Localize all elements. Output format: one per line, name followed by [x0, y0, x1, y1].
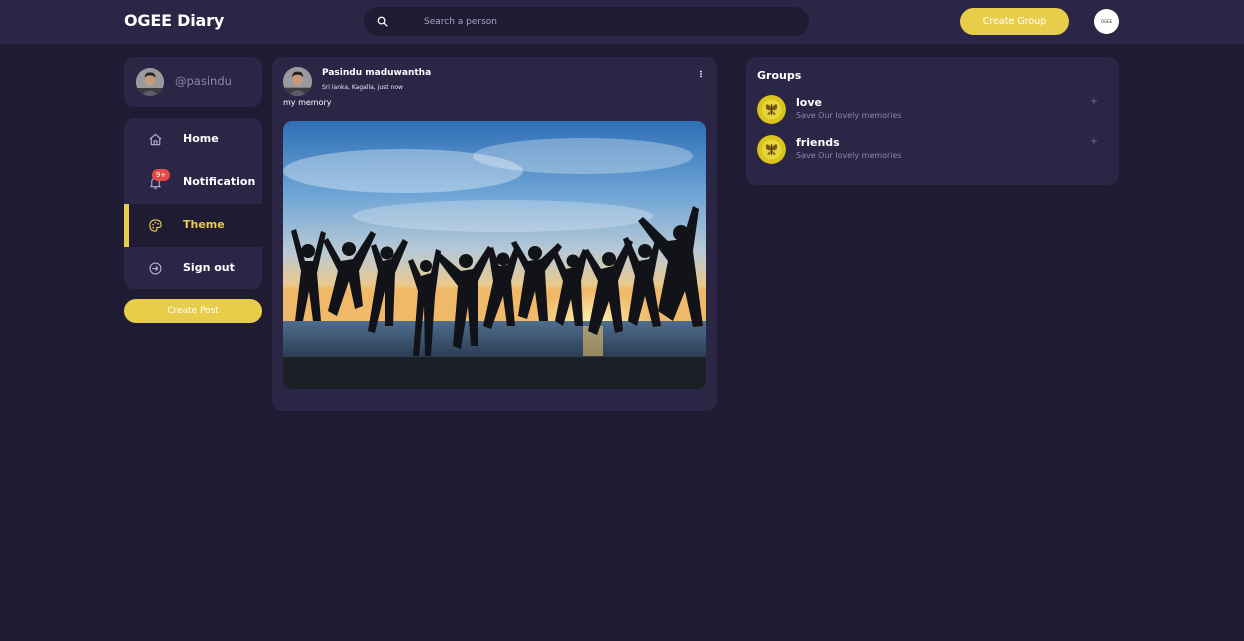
post-meta: Sri lanka, Kagalla, just now: [322, 84, 403, 91]
post-caption: my memory: [283, 98, 332, 107]
add-icon[interactable]: +: [1089, 97, 1099, 107]
add-icon[interactable]: +: [1089, 137, 1099, 147]
groups-title: Groups: [757, 69, 802, 82]
profile-avatar: [136, 68, 164, 96]
post-card: Pasindu maduwantha Sri lanka, Kagalla, j…: [272, 57, 717, 411]
nav-label-home: Home: [183, 132, 219, 145]
palette-icon: [149, 219, 162, 232]
avatar-logo-text: OGEE: [1100, 19, 1113, 24]
nav-label-notification: Notification: [183, 175, 256, 188]
user-avatar[interactable]: OGEE: [1094, 9, 1119, 34]
search-bar[interactable]: [364, 7, 809, 36]
nav-item-sign-out[interactable]: Sign out: [124, 247, 262, 289]
search-icon: [377, 16, 388, 27]
post-author-name[interactable]: Pasindu maduwantha: [322, 68, 431, 78]
notification-badge: 9+: [152, 169, 170, 181]
nav-item-notification[interactable]: 9+ Notification: [124, 161, 262, 204]
butterfly-icon: [757, 95, 786, 124]
profile-card[interactable]: @pasindu: [124, 57, 262, 107]
group-name: friends: [796, 136, 840, 149]
butterfly-icon: [757, 135, 786, 164]
sidebar-nav: Home 9+ Notification Theme Sign out: [124, 118, 262, 289]
profile-handle: @pasindu: [175, 74, 232, 88]
nav-label-theme: Theme: [183, 218, 225, 231]
create-group-button[interactable]: Create Group: [960, 8, 1069, 35]
top-bar: OGEE Diary Create Group OGEE: [0, 0, 1244, 44]
nav-item-theme[interactable]: Theme: [124, 204, 262, 247]
nav-label-sign-out: Sign out: [183, 261, 235, 274]
group-item-love[interactable]: love Save Our lovely memories +: [746, 95, 1119, 127]
group-description: Save Our lovely memories: [796, 151, 902, 160]
groups-panel: Groups love Save Our lovely memories + f…: [746, 57, 1119, 185]
create-post-button[interactable]: Create Post: [124, 299, 262, 323]
app-logo[interactable]: OGEE Diary: [124, 11, 224, 30]
nav-item-home[interactable]: Home: [124, 118, 262, 161]
group-item-friends[interactable]: friends Save Our lovely memories +: [746, 135, 1119, 167]
more-options-icon[interactable]: [697, 69, 705, 81]
sign-out-icon: [149, 262, 162, 275]
post-image[interactable]: [283, 121, 706, 389]
post-author-avatar[interactable]: [283, 67, 312, 96]
home-icon: [149, 133, 162, 146]
group-name: love: [796, 96, 822, 109]
group-description: Save Our lovely memories: [796, 111, 902, 120]
search-input[interactable]: [424, 7, 794, 36]
